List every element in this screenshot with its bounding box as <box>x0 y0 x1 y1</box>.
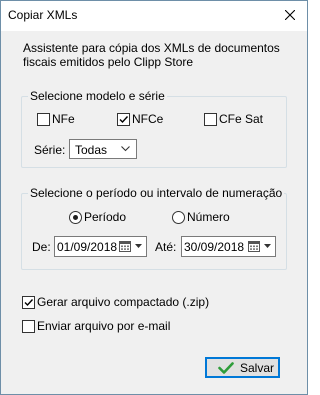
numero-label[interactable]: Número <box>187 210 230 224</box>
intro-line-2: fiscais emitidos pelo Clipp Store <box>23 55 194 69</box>
checkmark-icon <box>119 116 129 124</box>
save-button-label: Salvar <box>240 361 275 375</box>
periodo-label[interactable]: Período <box>84 210 126 224</box>
numero-radio[interactable] <box>172 211 185 224</box>
title-bar: Copiar XMLs <box>1 1 307 31</box>
model-serie-group: Selecione modelo e série NFe NFCe CFe Sa… <box>21 89 287 168</box>
serie-select-value: Todas <box>75 143 108 157</box>
save-button[interactable]: Salvar <box>205 357 280 378</box>
from-date-value: 01/09/2018 <box>57 240 118 254</box>
close-button[interactable] <box>278 5 302 25</box>
period-group: Selecione o período ou intervalo de nume… <box>21 186 287 270</box>
periodo-radio[interactable] <box>69 211 82 224</box>
period-group-title: Selecione o período ou intervalo de nume… <box>28 186 285 200</box>
nfe-checkbox[interactable] <box>37 113 50 126</box>
green-check-icon <box>218 362 234 374</box>
to-label: Até: <box>155 240 177 254</box>
model-serie-group-title: Selecione modelo e série <box>28 89 167 103</box>
serie-select[interactable]: Todas <box>69 139 137 159</box>
to-date-picker[interactable]: 30/09/2018 <box>181 236 276 257</box>
dialog-window: Copiar XMLs Assistente para cópia dos XM… <box>0 0 308 395</box>
serie-label: Série: <box>34 143 66 157</box>
intro-line-1: Assistente para cópia dos XMLs de docume… <box>23 41 280 55</box>
cfe-sat-checkbox[interactable] <box>204 113 217 126</box>
nfce-label[interactable]: NFCe <box>132 112 163 126</box>
window-title: Copiar XMLs <box>8 8 78 22</box>
chevron-down-icon <box>135 244 142 248</box>
calendar-icon <box>248 241 260 252</box>
from-date-picker[interactable]: 01/09/2018 <box>54 236 147 257</box>
checkmark-icon <box>24 299 34 307</box>
nfe-label[interactable]: NFe <box>52 112 75 126</box>
periodo-radio-dot <box>73 215 78 220</box>
from-label: De: <box>32 240 51 254</box>
chevron-down-icon <box>264 244 271 248</box>
email-label[interactable]: Enviar arquivo por e-mail <box>37 319 170 333</box>
to-date-value: 30/09/2018 <box>184 240 245 254</box>
zip-checkbox[interactable] <box>22 296 35 309</box>
close-icon <box>285 10 295 20</box>
zip-label[interactable]: Gerar arquivo compactado (.zip) <box>37 295 209 309</box>
chevron-down-icon <box>121 146 130 152</box>
cfe-sat-label[interactable]: CFe Sat <box>219 112 263 126</box>
email-checkbox[interactable] <box>22 320 35 333</box>
intro-text: Assistente para cópia dos XMLs de docume… <box>23 41 293 69</box>
nfce-checkbox[interactable] <box>117 113 130 126</box>
calendar-icon <box>119 241 131 252</box>
